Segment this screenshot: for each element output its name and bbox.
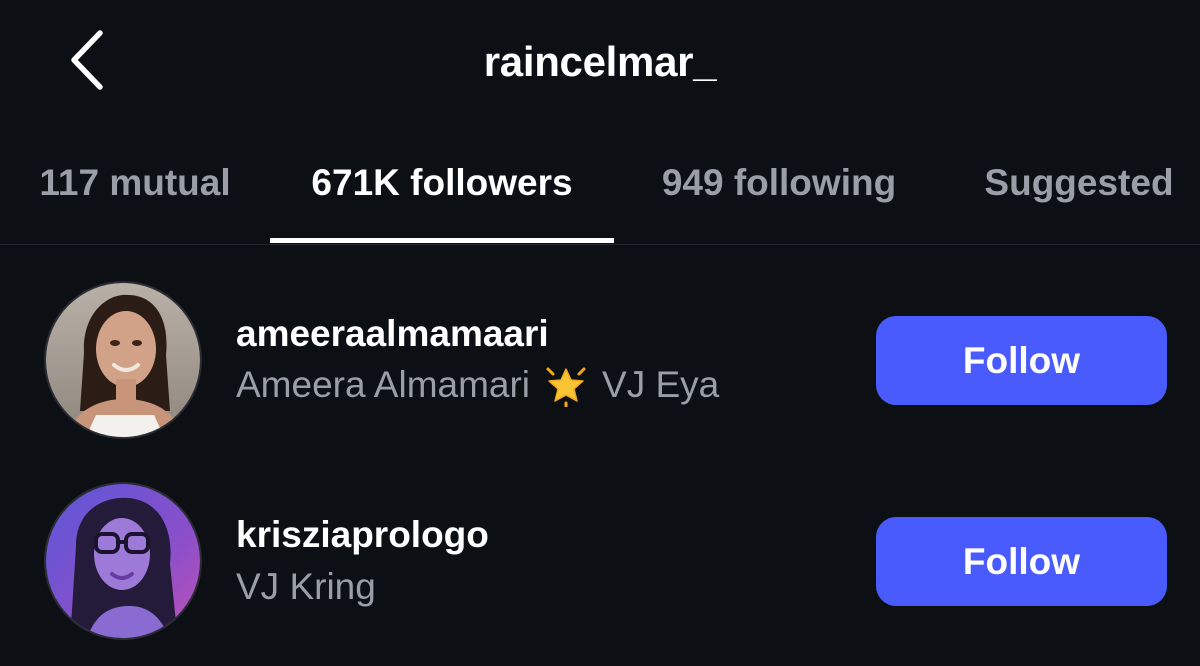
list-item[interactable]: ameeraalmamaari Ameera Almamari VJ Eya F… — [0, 275, 1200, 465]
tab-mutual[interactable]: 117 mutual — [34, 162, 236, 232]
avatar[interactable] — [44, 281, 202, 439]
tab-bar: 117 mutual 671K followers 949 following … — [0, 150, 1200, 245]
user-subtitle: VJ Kring — [236, 566, 376, 608]
bio-extra: VJ Eya — [602, 364, 720, 405]
active-tab-indicator — [270, 238, 614, 243]
page-title: raincelmar_ — [483, 38, 717, 85]
followers-screen: raincelmar_ 117 mutual 671K followers 94… — [0, 0, 1200, 666]
top-bar: raincelmar_ — [0, 0, 1200, 125]
list-item[interactable]: krisziaprologo VJ Kring Follow — [0, 476, 1200, 666]
avatar[interactable] — [44, 482, 202, 640]
tab-following[interactable]: 949 following — [648, 162, 910, 232]
glowing-star-icon — [546, 367, 586, 407]
user-subtitle: Ameera Almamari VJ Eya — [236, 363, 719, 407]
display-name: VJ Kring — [236, 566, 376, 607]
username[interactable]: krisziaprologo — [236, 514, 489, 556]
tab-suggested[interactable]: Suggested — [974, 162, 1184, 232]
username[interactable]: ameeraalmamaari — [236, 313, 549, 355]
follow-button[interactable]: Follow — [876, 316, 1167, 405]
display-name: Ameera Almamari — [236, 364, 531, 405]
tab-followers[interactable]: 671K followers — [270, 162, 614, 232]
follow-button[interactable]: Follow — [876, 517, 1167, 606]
